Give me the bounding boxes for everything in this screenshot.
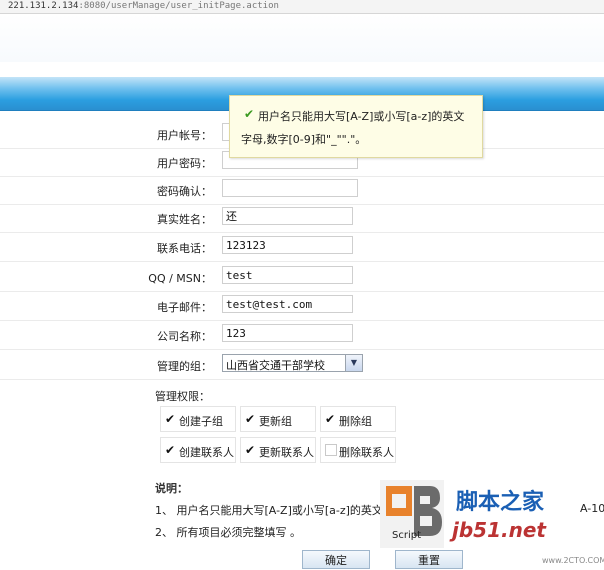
row-group: 管理的组： 山西省交通干部学校 ▼ [0, 351, 604, 380]
check-icon: ✔ [244, 107, 255, 121]
email-label: 电子邮件： [157, 301, 212, 314]
perm-label: 创建子组 [179, 415, 223, 428]
perm-label: 删除联系人 [339, 446, 394, 459]
note-line-1: 1、 用户名只能用大写[A-Z]或小写[a-z]的英文 [155, 504, 383, 517]
reset-button[interactable]: 重置 [395, 550, 463, 569]
company-label: 公司名称： [157, 330, 212, 343]
group-selected-value: 山西省交通干部学校 [226, 359, 325, 372]
watermark-domain: jb51.net [452, 518, 546, 542]
tooltip-line-1: 用户名只能用大写[A-Z]或小写[a-z]的英文 [258, 110, 465, 123]
checkmark-icon[interactable]: ✔ [325, 413, 337, 425]
perm-delete-group[interactable]: ✔ 删除组 [320, 406, 396, 432]
row-email: 电子邮件： test@test.com [0, 292, 604, 321]
url-text: 221.131.2.134:8080/userManage/user_initP… [8, 0, 279, 12]
address-bar[interactable]: 221.131.2.134:8080/userManage/user_initP… [0, 0, 604, 14]
row-phone: 联系电话： 123123 [0, 233, 604, 262]
checkmark-icon[interactable]: ✔ [165, 444, 177, 456]
group-select[interactable]: 山西省交通干部学校 ▼ [222, 354, 363, 372]
checkmark-icon[interactable]: ✔ [165, 413, 177, 425]
perm-update-group[interactable]: ✔ 更新组 [240, 406, 316, 432]
qq-input[interactable]: test [222, 266, 353, 284]
notes-title: 说明： [155, 482, 188, 495]
row-realname: 真实姓名： 还 [0, 204, 604, 233]
url-host: 221.131.2.134 [8, 1, 79, 11]
checkmark-icon[interactable]: ✔ [245, 413, 257, 425]
qq-label: QQ / MSN： [148, 272, 212, 285]
perm-create-contact[interactable]: ✔ 创建联系人 [160, 437, 236, 463]
confirm-password-input[interactable] [222, 179, 358, 197]
checkmark-icon[interactable]: ✔ [245, 444, 257, 456]
watermark-script: Script [392, 530, 422, 541]
perm-delete-contact[interactable]: 删除联系人 [320, 437, 396, 463]
row-confirm: 密码确认： [0, 176, 604, 205]
watermark-site: 脚本之家 [456, 490, 545, 515]
email-input[interactable]: test@test.com [222, 295, 353, 313]
row-qq: QQ / MSN： test [0, 263, 604, 292]
phone-input[interactable]: 123123 [222, 236, 353, 254]
perm-label: 更新联系人 [259, 446, 314, 459]
realname-label: 真实姓名： [157, 213, 212, 226]
checkbox-empty-icon[interactable] [325, 444, 337, 456]
perm-update-contact[interactable]: ✔ 更新联系人 [240, 437, 316, 463]
chevron-down-icon[interactable]: ▼ [345, 355, 362, 371]
page-top-area [0, 14, 604, 62]
permissions-header: 管理权限： [155, 390, 210, 403]
url-path: :8080/userManage/user_initPage.action [78, 1, 279, 11]
password-label: 用户密码： [157, 157, 212, 170]
realname-input[interactable]: 还 [222, 207, 353, 225]
watermark-small: www.2CTO.COM [542, 556, 604, 565]
company-input[interactable]: 123 [222, 324, 353, 342]
account-label: 用户帐号： [157, 129, 212, 142]
group-label: 管理的组： [157, 360, 212, 373]
perm-label: 更新组 [259, 415, 292, 428]
perm-label: 创建联系人 [179, 446, 234, 459]
row-company: 公司名称： 123 [0, 321, 604, 350]
confirm-label: 密码确认： [157, 185, 212, 198]
perm-label: 删除组 [339, 415, 372, 428]
ok-button[interactable]: 确定 [302, 550, 370, 569]
perm-create-subgroup[interactable]: ✔ 创建子组 [160, 406, 236, 432]
phone-label: 联系电话： [157, 242, 212, 255]
note-line-2: 2、 所有项目必须完整填写 。 [155, 526, 301, 539]
tooltip-line-2: 字母,数字[0-9]和"_""."。 [241, 133, 367, 146]
validation-tooltip: ✔ 用户名只能用大写[A-Z]或小写[a-z]的英文 字母,数字[0-9]和"_… [229, 95, 483, 158]
note-line-1-tail: A-10 [580, 502, 604, 515]
